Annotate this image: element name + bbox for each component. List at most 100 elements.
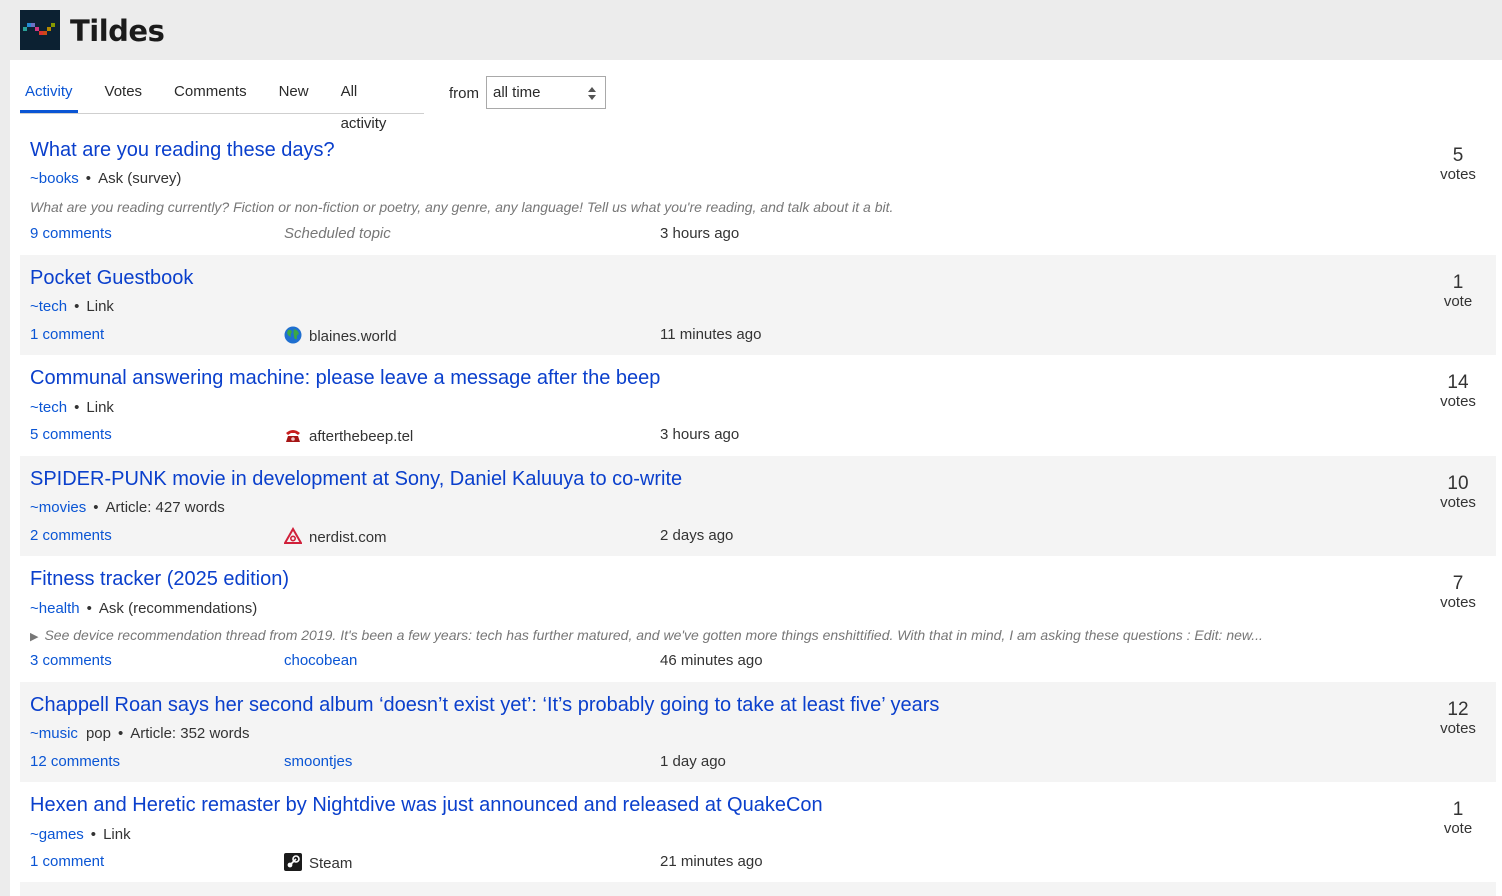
topic-metadata: ~books • Ask (survey) [30,170,181,188]
topic-time: 46 minutes ago [660,652,763,669]
tab-new[interactable]: New [274,76,314,113]
topic-author[interactable]: smoontjes [284,753,352,771]
topic-title[interactable]: What are you reading these days? [30,138,335,162]
group-link[interactable]: ~games [30,826,84,843]
vote-button[interactable]: 10 votes [1418,474,1498,512]
topic-metadata: ~tech • Link [30,399,114,417]
vote-count: 10 [1447,473,1469,494]
group-link[interactable]: ~tech [30,298,67,315]
tab-all-activity[interactable]: All activity [336,76,402,132]
topic-metadata: ~games • Link [30,826,131,844]
comments-link[interactable]: 3 comments [30,652,112,670]
topic-item: SPIDER-PUNK movie in development at Sony… [20,456,1496,556]
topic-source[interactable]: Steam [284,853,352,873]
group-link[interactable]: ~tech [30,399,67,416]
comments-link[interactable]: 1 comment [30,853,104,871]
tab-comments[interactable]: Comments [169,76,252,113]
tildes-logo-icon[interactable] [20,10,60,50]
vote-button[interactable]: 14 votes [1418,373,1498,411]
vote-button[interactable]: 1 vote [1418,800,1498,838]
source-domain: nerdist.com [309,529,387,546]
group-link[interactable]: ~movies [30,499,86,516]
topic-type: Article: 352 words [130,725,250,742]
topic-title[interactable]: Hexen and Heretic remaster by Nightdive … [30,793,823,817]
group-link[interactable]: ~books [30,170,79,187]
nerdist-icon [284,527,302,544]
tab-votes[interactable]: Votes [100,76,148,113]
topic-metadata: ~tech • Link [30,298,114,316]
vote-label: votes [1440,393,1476,410]
topic-type: Article: 427 words [105,499,225,516]
vote-count: 1 [1452,272,1464,293]
period-label: from [449,85,479,102]
separator-dot: • [74,298,80,315]
source-domain: afterthebeep.tel [309,428,414,445]
topic-title[interactable]: Pocket Guestbook [30,266,193,290]
period-select[interactable]: all time [486,76,606,109]
select-arrows-icon [588,87,596,100]
topic-source[interactable]: blaines.world [284,326,397,346]
group-link[interactable]: ~music [30,725,78,742]
topic-time: 11 minutes ago [660,326,762,343]
topic-item: Pocket Guestbook ~tech • Link 1 comment bl… [20,255,1496,355]
vote-button[interactable]: 7 votes [1418,574,1498,612]
topic-metadata: ~health • Ask (recommendations) [30,600,257,618]
topic-time: 21 minutes ago [660,853,763,870]
topic-type: Ask (recommendations) [98,600,258,617]
vote-count: 1 [1452,799,1464,820]
topic-item: What are you reading these days? ~books •… [20,128,1496,254]
topic-source: Scheduled topic [284,225,391,242]
vote-label: votes [1440,166,1476,183]
topic-tag[interactable]: pop [86,725,111,742]
comments-link[interactable]: 9 comments [30,225,112,243]
source-domain: Steam [309,855,353,872]
site-header: Tildes [0,0,1502,60]
steam-icon [284,853,302,871]
topic-source[interactable]: nerdist.com [284,527,387,547]
vote-label: vote [1443,293,1473,310]
topic-type: Link [86,298,114,315]
vote-button[interactable]: 5 votes [1418,146,1498,184]
comments-link[interactable]: 12 comments [30,753,120,771]
vote-button[interactable]: 12 votes [1418,700,1498,738]
topic-time: 3 hours ago [660,225,740,242]
site-title[interactable]: Tildes [70,13,165,49]
separator-dot: • [86,600,92,617]
period-select-value: all time [493,84,541,101]
topic-item: Chappell Roan says her second album ‘doe… [20,682,1496,782]
topic-author[interactable]: chocobean [284,652,357,670]
source-domain: blaines.world [309,328,397,345]
comments-link[interactable]: 2 comments [30,527,112,545]
topic-time: 2 days ago [660,527,734,544]
vote-count: 14 [1447,372,1469,393]
comments-link[interactable]: 1 comment [30,326,104,344]
topic-title[interactable]: Chappell Roan says her second album ‘doe… [30,693,939,717]
topic-source[interactable]: afterthebeep.tel [284,426,413,446]
topic-title[interactable]: SPIDER-PUNK movie in development at Sony… [30,467,682,491]
topic-excerpt-text: See device recommendation thread from 20… [44,627,1263,643]
topic-item: Communal answering machine: please leave… [20,355,1496,455]
vote-count: 5 [1452,145,1464,166]
tab-activity[interactable]: Activity [20,76,78,113]
group-link[interactable]: ~health [30,600,80,617]
vote-count: 12 [1447,699,1469,720]
topic-excerpt: ▶ See device recommendation thread from 2… [30,626,1263,646]
topic-item-partial [20,882,1496,896]
globe-icon [284,326,302,344]
phone-icon [286,430,300,442]
main-content: Activity Votes Comments New All activity… [10,60,1502,896]
topic-metadata: ~music pop • Article: 352 words [30,725,249,743]
topic-time: 1 day ago [660,753,726,770]
vote-label: votes [1440,720,1476,737]
vote-label: votes [1440,594,1476,611]
topic-excerpt: What are you reading currently? Fiction … [30,199,894,215]
vote-label: votes [1440,494,1476,511]
expand-caret-icon[interactable]: ▶ [30,631,38,643]
topic-title[interactable]: Communal answering machine: please leave… [30,366,660,390]
topic-type: Link [103,826,131,843]
topic-item: Fitness tracker (2025 edition) ~health • A… [20,556,1496,682]
comments-link[interactable]: 5 comments [30,426,112,444]
topic-title[interactable]: Fitness tracker (2025 edition) [30,567,289,591]
separator-dot: • [90,826,97,843]
vote-button[interactable]: 1 vote [1418,273,1498,311]
